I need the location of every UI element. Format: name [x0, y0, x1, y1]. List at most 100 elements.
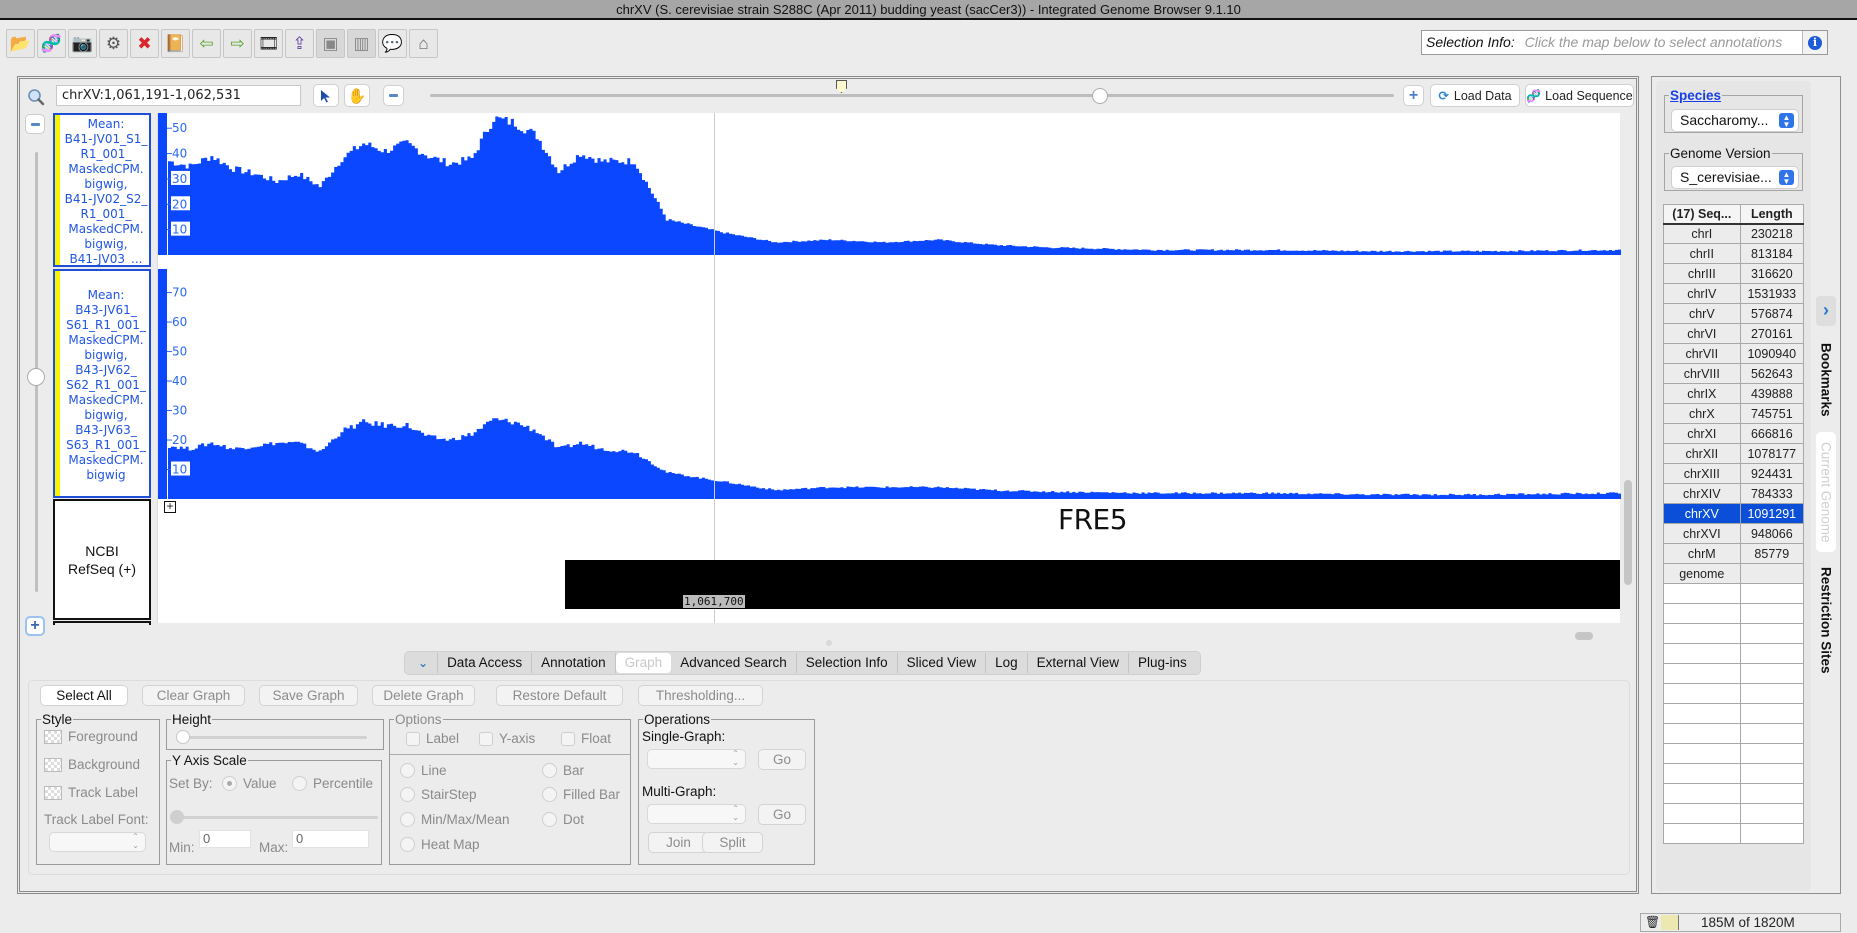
expand-track-icon[interactable]: +	[164, 500, 176, 513]
tab-external-view[interactable]: External View	[1028, 653, 1129, 673]
multi-graph-go-button[interactable]: Go	[758, 804, 806, 825]
sequence-row[interactable]: chrVII 1090940	[1663, 343, 1805, 364]
sequence-row[interactable]: chrXIII 924431	[1663, 463, 1805, 484]
upload-track-button[interactable]: ⇪	[285, 29, 314, 58]
genome-version-select[interactable]: S_cerevisiae... ▲ ▼	[1671, 166, 1799, 189]
search-location-icon[interactable]	[24, 85, 48, 108]
horizontal-scrollbar[interactable]	[1575, 632, 1593, 640]
sequence-row[interactable]: chrVIII 562643	[1663, 363, 1805, 384]
load-data-button[interactable]: ⟳ Load Data	[1430, 84, 1520, 107]
sequence-row[interactable]: chrI 230218	[1663, 223, 1805, 244]
graph-2-signal-area[interactable]	[168, 418, 1621, 499]
y-scale-slider-thumb[interactable]	[170, 810, 184, 824]
horizontal-zoom-thumb[interactable]	[1092, 88, 1108, 104]
value-radio[interactable]: Value	[222, 776, 277, 791]
stop-button[interactable]: ✖	[130, 29, 159, 58]
species-select[interactable]: Saccharomy... ▲ ▼	[1671, 109, 1799, 132]
bar-radio[interactable]: Bar	[542, 763, 584, 778]
tab-graph[interactable]: Graph	[615, 653, 672, 673]
sequence-row[interactable]: chrIII 316620	[1663, 263, 1805, 284]
sequence-row[interactable]: chrIX 439888	[1663, 383, 1805, 404]
percentile-radio[interactable]: Percentile	[292, 776, 373, 791]
minmaxmean-radio[interactable]: Min/Max/Mean	[400, 812, 510, 827]
film-button[interactable]: 🎞	[254, 29, 283, 58]
gear-button[interactable]: ⚙	[99, 29, 128, 58]
garbage-collect-icon[interactable]: 🗑	[1645, 915, 1660, 929]
info-button[interactable]: i	[1802, 31, 1827, 54]
save-graph-button[interactable]: Save Graph	[259, 685, 358, 706]
select-all-button[interactable]: Select All	[40, 685, 128, 706]
split-button[interactable]: Split	[702, 832, 763, 853]
select-mode-button[interactable]	[313, 84, 339, 107]
vertical-zoom-thumb[interactable]	[27, 368, 45, 386]
tab-bookmarks[interactable]: Bookmarks	[1816, 330, 1836, 430]
line-radio[interactable]: Line	[400, 763, 447, 778]
pan-mode-button[interactable]: ✋	[344, 84, 370, 107]
collapse-panel-button[interactable]: ⌄	[409, 653, 439, 673]
back-arrow-button[interactable]: ⇦	[192, 29, 221, 58]
stairstep-radio[interactable]: StairStep	[400, 787, 477, 802]
label-checkbox[interactable]: Label	[406, 731, 459, 746]
vertical-scrollbar[interactable]	[1624, 480, 1632, 585]
load-sequence-button[interactable]: 🧬 Load Sequence	[1525, 84, 1634, 107]
sequence-row[interactable]: chrXI 666816	[1663, 423, 1805, 444]
track-label-color-button[interactable]: Track Label	[44, 785, 138, 800]
vertical-zoom-out-button[interactable]	[25, 114, 45, 134]
dot-radio[interactable]: Dot	[542, 812, 584, 827]
track-label-graph-2[interactable]: Mean: B43-JV61_ S61_R1_001_ MaskedCPM. b…	[53, 269, 151, 498]
sequence-row[interactable]: chrIV 1531933	[1663, 283, 1805, 304]
species-link[interactable]: Species	[1669, 89, 1722, 103]
min-input[interactable]: 0	[199, 830, 251, 848]
zoom-in-button[interactable]: +	[1403, 85, 1424, 106]
location-input[interactable]: chrXV:1,061,191-1,062,531	[56, 85, 301, 106]
height-slider-thumb[interactable]	[176, 730, 190, 744]
float-checkbox[interactable]: Float	[561, 731, 611, 746]
dna-button[interactable]: 🧬	[37, 29, 66, 58]
filled-bar-radio[interactable]: Filled Bar	[542, 787, 620, 802]
sequence-row[interactable]: chrXII 1078177	[1663, 443, 1805, 464]
split-pane-handle[interactable]	[826, 640, 832, 646]
height-slider[interactable]	[180, 736, 367, 739]
speech-bubble-button[interactable]: 💬	[378, 29, 407, 58]
column-header-length[interactable]: Length	[1739, 204, 1805, 225]
expand-right-panel-button[interactable]: ›	[1816, 296, 1836, 326]
zoom-out-button[interactable]	[383, 85, 404, 106]
single-graph-select[interactable]	[647, 749, 746, 769]
sequence-row[interactable]: chrXVI 948066	[1663, 523, 1805, 544]
zoom-position-marker[interactable]	[836, 80, 847, 93]
tab-plug-ins[interactable]: Plug-ins	[1129, 653, 1196, 673]
track-view[interactable]: 50 40 30 20 10 70 60 50 40 30 20 10 + FRE5 1,061,70…	[157, 113, 1621, 623]
heat-map-radio[interactable]: Heat Map	[400, 837, 480, 852]
horizontal-zoom-slider[interactable]	[430, 94, 1394, 97]
foreground-color-button[interactable]: Foreground	[44, 729, 138, 744]
y-scale-slider[interactable]	[176, 816, 378, 819]
home-button[interactable]: ⌂	[409, 29, 438, 58]
tab-annotation[interactable]: Annotation	[532, 653, 616, 673]
panel-disabled-button[interactable]: ▣	[316, 29, 345, 58]
sequence-row[interactable]: chrVI 270161	[1663, 323, 1805, 344]
sequence-row[interactable]: chrXV 1091291	[1663, 503, 1805, 524]
clear-graph-button[interactable]: Clear Graph	[142, 685, 245, 706]
open-file-button[interactable]: 📂	[6, 29, 35, 58]
sequence-row[interactable]: chrII 813184	[1663, 243, 1805, 264]
forward-arrow-button[interactable]: ⇨	[223, 29, 252, 58]
tab-restriction-sites[interactable]: Restriction Sites	[1816, 560, 1836, 680]
split-panel-disabled-button[interactable]: ▥	[347, 29, 376, 58]
tab-log[interactable]: Log	[986, 653, 1028, 673]
tab-selection-info[interactable]: Selection Info	[797, 653, 898, 673]
track-label-font-select[interactable]	[49, 832, 146, 852]
tab-sliced-view[interactable]: Sliced View	[898, 653, 987, 673]
tab-advanced-search[interactable]: Advanced Search	[671, 653, 797, 673]
sequence-row[interactable]: chrV 576874	[1663, 303, 1805, 324]
sequence-row[interactable]: chrXIV 784333	[1663, 483, 1805, 504]
sequence-table[interactable]: (17) Seq... Length chrI 230218 chrII 813184…	[1663, 204, 1805, 844]
tab-current-genome[interactable]: Current Genome	[1816, 432, 1836, 552]
camera-button[interactable]: 📷	[68, 29, 97, 58]
thresholding-button[interactable]: Thresholding...	[638, 685, 763, 706]
join-button[interactable]: Join	[648, 832, 709, 853]
sequence-row[interactable]: chrX 745751	[1663, 403, 1805, 424]
track-label-graph-1[interactable]: Mean: B41-JV01_S1_ R1_001_ MaskedCPM. bi…	[53, 113, 151, 267]
y-axis-checkbox[interactable]: Y-axis	[479, 731, 535, 746]
delete-graph-button[interactable]: Delete Graph	[372, 685, 475, 706]
max-input[interactable]: 0	[292, 830, 369, 848]
